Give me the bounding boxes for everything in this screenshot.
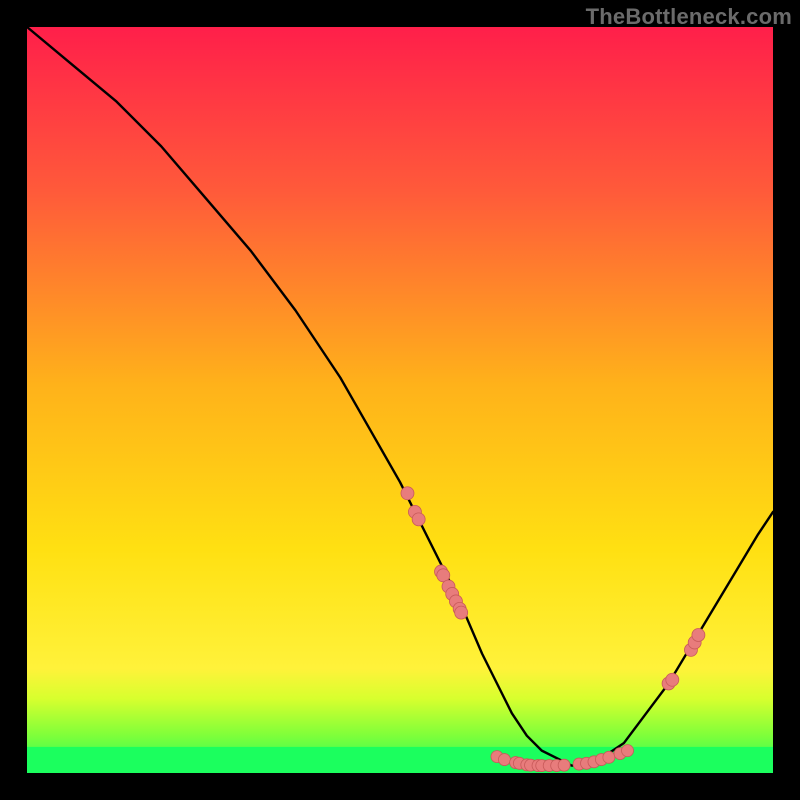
green-band bbox=[27, 747, 773, 773]
chart-frame bbox=[27, 27, 773, 773]
gradient-background bbox=[27, 27, 773, 773]
data-marker bbox=[558, 759, 570, 771]
data-marker bbox=[666, 673, 679, 686]
data-marker bbox=[603, 751, 615, 763]
bottleneck-chart bbox=[27, 27, 773, 773]
data-marker bbox=[401, 487, 414, 500]
data-marker bbox=[412, 513, 425, 526]
watermark-text: TheBottleneck.com bbox=[586, 4, 792, 30]
data-marker bbox=[692, 628, 705, 641]
data-marker bbox=[455, 606, 468, 619]
data-marker bbox=[498, 754, 510, 766]
data-marker bbox=[622, 745, 634, 757]
